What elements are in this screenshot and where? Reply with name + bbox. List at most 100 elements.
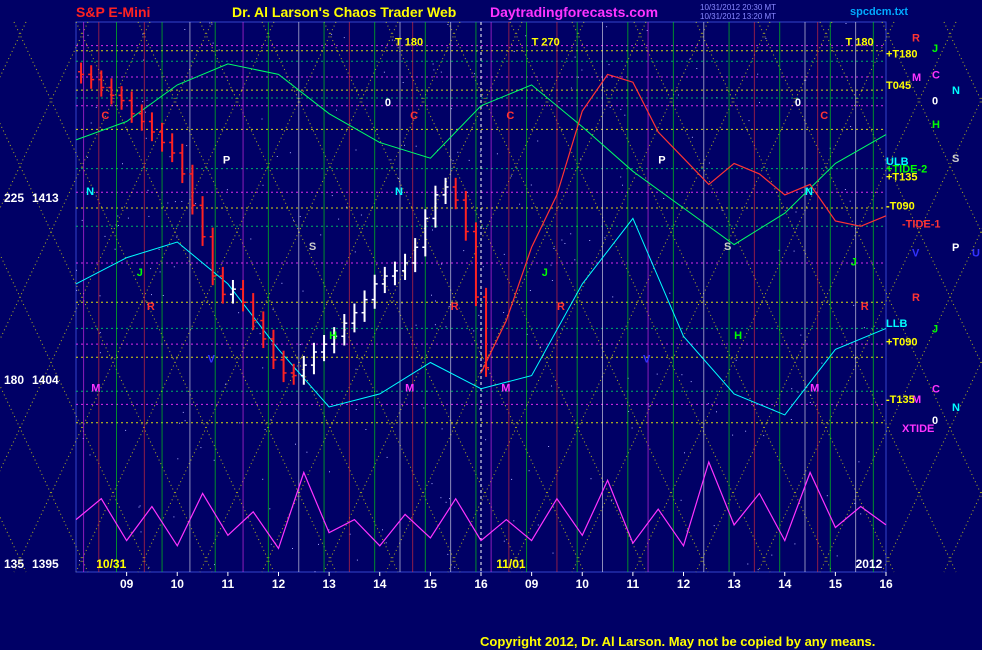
star-dot <box>95 106 97 108</box>
star-dot <box>386 456 388 458</box>
star-dot <box>144 111 146 113</box>
star-dot <box>262 367 264 369</box>
chart-annotation-0: 0 <box>385 97 391 109</box>
star-dot <box>530 184 532 186</box>
star-dot <box>574 56 576 58</box>
right-level-label: +T180 <box>886 48 918 60</box>
diagonal-angle-line <box>0 515 27 573</box>
star-dot <box>441 263 443 265</box>
star-dot <box>863 327 865 329</box>
star-dot <box>162 295 164 296</box>
chaos-chart-plot: T 180 T 270 T 1800 0C C C CP PN N NS SJ JJR R R RH HV VM… <box>0 21 982 591</box>
right-level-label: V <box>912 247 920 259</box>
star-dot <box>302 290 304 292</box>
star-dot <box>89 454 91 456</box>
x-tick-label: 16 <box>879 577 893 591</box>
star-dot <box>329 471 330 473</box>
star-dot <box>99 332 101 334</box>
star-dot <box>826 495 828 497</box>
chart-annotation-0: 0 <box>795 97 801 109</box>
star-dot <box>184 420 186 422</box>
chart-annotation-v: V <box>208 353 216 365</box>
star-dot <box>415 324 417 326</box>
star-dot <box>179 422 181 424</box>
star-dot <box>158 248 160 250</box>
star-dot <box>561 239 563 241</box>
star-dot <box>140 531 142 533</box>
star-dot <box>441 428 443 430</box>
star-dot <box>148 215 150 217</box>
right-level-label: C <box>932 69 940 81</box>
star-dot <box>608 64 610 66</box>
star-dot <box>318 543 319 545</box>
star-dot <box>238 312 240 314</box>
star-dot <box>261 118 263 120</box>
star-dot <box>259 333 261 335</box>
star-dot <box>360 214 362 216</box>
diagonal-angle-line <box>0 21 89 210</box>
star-dot <box>174 201 176 203</box>
x-tick-label: 15 <box>829 577 843 591</box>
star-dot <box>849 200 851 202</box>
star-dot <box>104 235 106 237</box>
chart-annotation-j: J <box>542 267 548 279</box>
chart-annotation-c: C <box>506 110 514 122</box>
star-dot <box>763 435 765 437</box>
star-dot <box>794 543 796 545</box>
star-dot <box>81 219 83 221</box>
star-dot <box>173 516 175 518</box>
star-dot <box>551 280 553 281</box>
star-dot <box>440 71 442 73</box>
star-dot <box>338 218 340 220</box>
diagonal-angle-line <box>199 21 461 573</box>
chart-annotation-h: H <box>734 330 742 342</box>
diagonal-angle-line <box>0 21 27 79</box>
right-level-label: S <box>952 153 959 165</box>
right-level-label: N <box>952 402 960 414</box>
star-dot <box>200 447 202 449</box>
star-dot <box>713 525 715 527</box>
star-dot <box>513 50 515 52</box>
star-dot <box>656 373 658 375</box>
star-dot <box>850 126 852 127</box>
star-dot <box>139 505 141 507</box>
chart-annotation-r: R <box>557 301 565 313</box>
x-tick-label: 13 <box>727 577 741 591</box>
star-dot <box>293 219 294 221</box>
star-dot <box>365 429 367 430</box>
star-dot <box>548 446 550 447</box>
chart-annotation-j: J <box>851 257 857 269</box>
star-dot <box>449 498 450 500</box>
star-dot <box>553 248 555 249</box>
star-dot <box>173 266 175 268</box>
star-dot <box>558 100 560 102</box>
star-dot <box>269 508 271 510</box>
x-tick-label: 12 <box>677 577 691 591</box>
star-dot <box>860 513 862 515</box>
star-dot <box>79 560 80 562</box>
star-dot <box>431 483 433 485</box>
star-dot <box>195 203 197 204</box>
star-dot <box>765 37 767 39</box>
diagonal-angle-line <box>0 21 213 472</box>
star-dot <box>844 189 846 190</box>
diagonal-angle-line <box>819 228 982 573</box>
right-level-label: -T135 <box>886 394 915 406</box>
right-level-label: R <box>912 292 920 304</box>
chart-annotation-c: C <box>101 110 109 122</box>
star-dot <box>684 452 685 454</box>
star-dot <box>612 296 614 298</box>
star-dot <box>708 162 710 164</box>
right-level-label: +T135 <box>886 172 918 184</box>
star-dot <box>292 548 293 549</box>
star-dot <box>478 314 480 316</box>
star-dot <box>87 34 89 36</box>
star-dot <box>732 434 734 436</box>
star-dot <box>99 352 101 354</box>
diagonal-angle-line <box>75 21 337 573</box>
star-dot <box>610 500 612 502</box>
star-dot <box>513 520 515 522</box>
diagonal-angle-line <box>819 21 982 366</box>
star-dot <box>169 156 171 158</box>
star-dot <box>622 184 623 186</box>
